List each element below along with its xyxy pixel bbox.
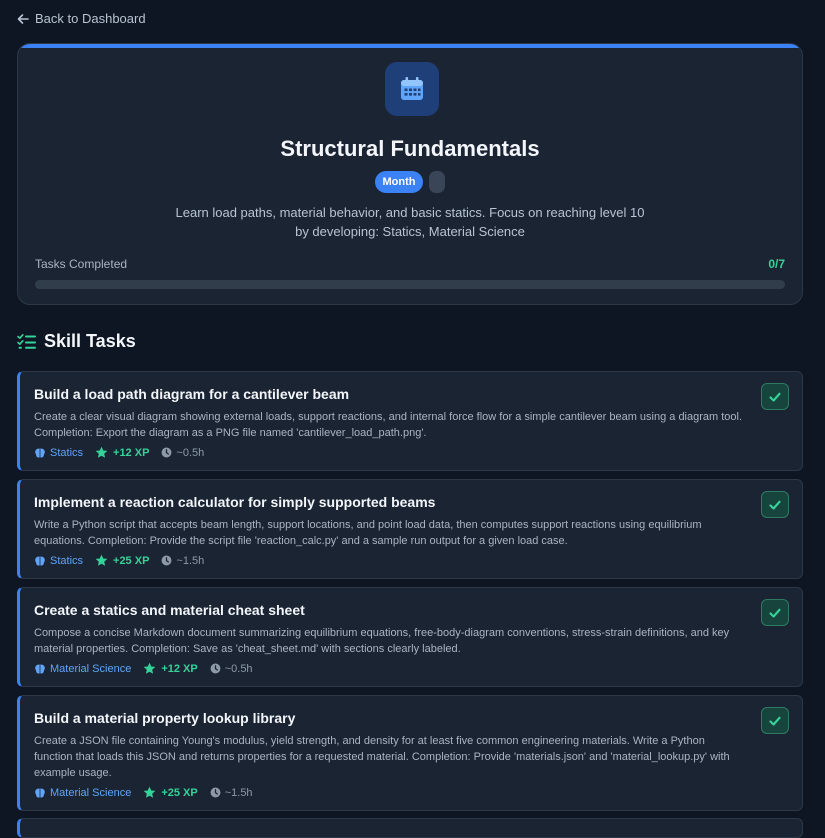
task-time-tag: ~0.5h bbox=[210, 663, 253, 675]
task-meta: Material Science +12 XP ~0.5h bbox=[34, 662, 744, 675]
check-icon bbox=[768, 606, 782, 620]
check-icon bbox=[768, 498, 782, 512]
star-icon bbox=[95, 446, 108, 459]
goal-title: Structural Fundamentals bbox=[280, 136, 540, 161]
star-icon bbox=[143, 786, 156, 799]
task-card-partial bbox=[17, 818, 803, 838]
section-heading: Skill Tasks bbox=[17, 331, 136, 352]
complete-task-button[interactable] bbox=[761, 599, 789, 626]
task-time: ~1.5h bbox=[176, 554, 205, 567]
task-title: Build a load path diagram for a cantilev… bbox=[34, 386, 350, 402]
task-xp: +12 XP bbox=[113, 446, 150, 459]
section-title: Skill Tasks bbox=[44, 331, 136, 351]
task-skill: Material Science bbox=[50, 662, 132, 675]
calendar-icon bbox=[401, 77, 423, 100]
clock-icon bbox=[210, 787, 221, 798]
checklist-icon bbox=[17, 333, 36, 349]
task-card: Create a statics and material cheat shee… bbox=[17, 587, 803, 687]
task-time: ~1.5h bbox=[224, 786, 253, 799]
goal-badges: Month bbox=[18, 171, 802, 193]
task-meta: Statics +12 XP ~0.5h bbox=[34, 446, 744, 459]
task-xp: +25 XP bbox=[161, 786, 198, 799]
task-title: Build a material property lookup library bbox=[34, 710, 296, 726]
clock-icon bbox=[210, 663, 221, 674]
goal-description: Learn load paths, material behavior, and… bbox=[175, 205, 645, 239]
complete-task-button[interactable] bbox=[761, 707, 789, 734]
task-title: Implement a reaction calculator for simp… bbox=[34, 494, 436, 510]
progress-bar bbox=[35, 280, 785, 289]
task-xp-tag: +25 XP bbox=[143, 786, 198, 799]
task-time: ~0.5h bbox=[224, 662, 253, 675]
task-skill: Statics bbox=[50, 446, 84, 459]
task-skill: Statics bbox=[50, 554, 84, 567]
task-skill-tag: Material Science bbox=[34, 663, 131, 675]
brain-icon bbox=[34, 555, 46, 567]
complete-task-button[interactable] bbox=[761, 491, 789, 518]
task-meta: Material Science +25 XP ~1.5h bbox=[34, 786, 744, 799]
clock-icon bbox=[161, 555, 172, 566]
task-skill-tag: Statics bbox=[34, 555, 83, 567]
task-description: Create a clear visual diagram showing ex… bbox=[34, 411, 743, 439]
task-time-tag: ~1.5h bbox=[210, 787, 253, 799]
goal-card: Structural Fundamentals Month Learn load… bbox=[17, 43, 803, 305]
task-xp-tag: +12 XP bbox=[95, 446, 149, 459]
star-icon bbox=[143, 662, 156, 675]
progress-label: Tasks Completed bbox=[35, 257, 128, 271]
back-to-dashboard-link[interactable]: Back to Dashboard bbox=[17, 11, 146, 26]
task-xp-tag: +25 XP bbox=[95, 554, 149, 567]
empty-badge bbox=[429, 171, 446, 193]
task-skill: Material Science bbox=[50, 786, 132, 799]
task-meta: Statics +25 XP ~1.5h bbox=[34, 554, 744, 567]
task-xp: +25 XP bbox=[113, 554, 150, 567]
star-icon bbox=[95, 554, 108, 567]
task-title: Create a statics and material cheat shee… bbox=[34, 602, 305, 618]
task-time-tag: ~0.5h bbox=[161, 447, 204, 459]
task-xp: +12 XP bbox=[161, 662, 198, 675]
task-description: Create a JSON file containing Young's mo… bbox=[34, 735, 730, 779]
task-time-tag: ~1.5h bbox=[161, 555, 204, 567]
progress-count: 0/7 bbox=[768, 257, 785, 271]
task-card: Build a load path diagram for a cantilev… bbox=[17, 371, 803, 471]
task-time: ~0.5h bbox=[176, 446, 205, 459]
back-label: Back to Dashboard bbox=[35, 11, 146, 26]
clock-icon bbox=[161, 447, 172, 458]
task-xp-tag: +12 XP bbox=[143, 662, 198, 675]
task-skill-tag: Statics bbox=[34, 447, 83, 459]
brain-icon bbox=[34, 447, 46, 459]
goal-icon-tile bbox=[385, 62, 439, 116]
task-card: Build a material property lookup library… bbox=[17, 695, 803, 811]
task-description: Write a Python script that accepts beam … bbox=[34, 519, 702, 547]
complete-task-button[interactable] bbox=[761, 383, 789, 410]
check-icon bbox=[768, 714, 782, 728]
brain-icon bbox=[34, 787, 46, 799]
arrow-left-icon bbox=[17, 13, 29, 24]
check-icon bbox=[768, 390, 782, 404]
task-card: Implement a reaction calculator for simp… bbox=[17, 479, 803, 579]
task-skill-tag: Material Science bbox=[34, 787, 131, 799]
task-description: Compose a concise Markdown document summ… bbox=[34, 627, 730, 655]
brain-icon bbox=[34, 663, 46, 675]
period-badge: Month bbox=[374, 171, 424, 193]
